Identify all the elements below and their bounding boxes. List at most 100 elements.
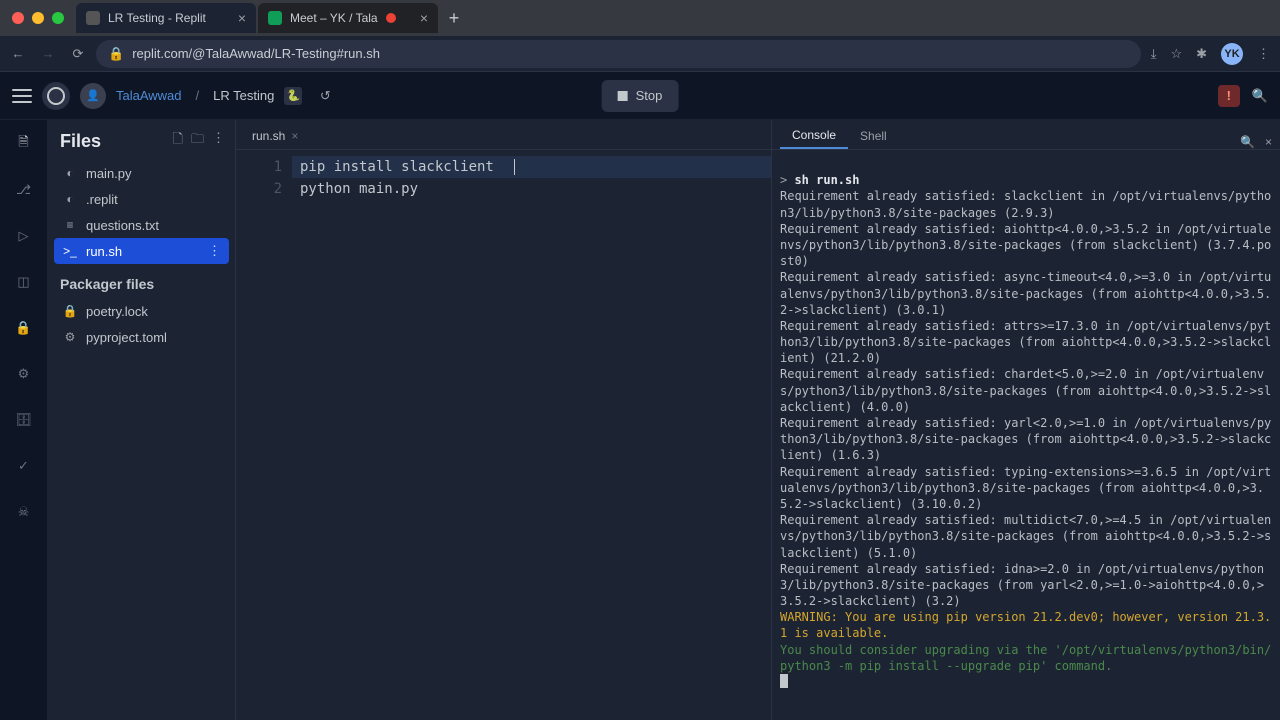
install-app-icon[interactable]: ⤓ <box>1151 46 1157 62</box>
packager-file-list: 🔒 poetry.lock ⚙ pyproject.toml <box>48 296 235 352</box>
editor-cursor-icon <box>514 159 515 175</box>
file-name: main.py <box>86 166 132 181</box>
extensions-icon[interactable]: ✱ <box>1196 46 1207 62</box>
editor-tab-run-sh[interactable]: run.sh × <box>242 123 308 149</box>
console-line: Requirement already satisfied: slackclie… <box>780 189 1271 219</box>
new-folder-icon[interactable]: 🗀 <box>191 130 204 152</box>
lock-file-icon: 🔒 <box>62 304 78 318</box>
file-list: ◐ main.py ◐ .replit ≡ questions.txt >_ r… <box>48 158 235 266</box>
console-hint: You should consider upgrading via the '/… <box>780 643 1271 673</box>
browser-tab-replit[interactable]: LR Testing - Replit × <box>76 3 256 33</box>
python-file-icon: ◐ <box>62 166 78 180</box>
nav-back-icon[interactable]: ← <box>10 46 26 61</box>
file-replit[interactable]: ◐ .replit <box>54 186 229 212</box>
file-name: run.sh <box>86 244 122 259</box>
console-output[interactable]: > sh run.sh Requirement already satisfie… <box>772 150 1280 720</box>
file-run-sh[interactable]: >_ run.sh ⋮ <box>54 238 229 264</box>
favicon-icon <box>268 11 282 25</box>
console-pane: Console Shell 🔍 × > sh run.sh Requiremen… <box>772 120 1280 720</box>
favicon-icon <box>86 11 100 25</box>
breadcrumb-owner[interactable]: TalaAwwad <box>116 88 182 103</box>
stop-button[interactable]: Stop <box>602 80 679 112</box>
console-close-icon[interactable]: × <box>1265 135 1272 149</box>
search-icon[interactable]: 🔍 <box>1252 88 1268 104</box>
tool-database-icon[interactable]: 🗄 <box>10 406 38 434</box>
owner-avatar-icon[interactable]: 👤 <box>80 83 106 109</box>
tab-title: LR Testing - Replit <box>108 11 206 25</box>
browser-menu-icon[interactable]: ⋮ <box>1257 46 1270 62</box>
tool-settings-icon[interactable]: ⚙ <box>10 360 38 388</box>
bookmark-icon[interactable]: ☆ <box>1170 46 1182 62</box>
console-line: Requirement already satisfied: multidict… <box>780 513 1271 559</box>
nav-forward-icon[interactable]: → <box>40 46 56 61</box>
console-line: Requirement already satisfied: aiohttp<4… <box>780 222 1271 268</box>
tool-secrets-icon[interactable]: 🔒 <box>10 314 38 342</box>
replit-logo-icon[interactable] <box>42 82 70 110</box>
notification-badge-icon[interactable]: ! <box>1218 85 1240 107</box>
packager-section-label: Packager files <box>48 266 235 296</box>
file-questions-txt[interactable]: ≡ questions.txt <box>54 212 229 238</box>
file-more-icon[interactable]: ⋮ <box>208 243 221 259</box>
browser-tab-meet[interactable]: Meet – YK / Tala × <box>258 3 438 33</box>
tab-title: Meet – YK / Tala <box>290 11 378 25</box>
shell-file-icon: >_ <box>62 244 78 258</box>
tab-close-icon[interactable]: × <box>238 10 246 26</box>
breadcrumb-separator: / <box>196 88 200 103</box>
console-line: Requirement already satisfied: yarl<2.0,… <box>780 416 1271 462</box>
window-minimize-icon[interactable] <box>32 12 44 24</box>
file-name: .replit <box>86 192 118 207</box>
tool-run-icon[interactable]: ▷ <box>10 222 38 250</box>
console-line: Requirement already satisfied: attrs>=17… <box>780 319 1271 365</box>
file-pyproject-toml[interactable]: ⚙ pyproject.toml <box>54 324 229 350</box>
code-line: pip install slackclient <box>292 156 771 178</box>
nav-reload-icon[interactable]: ⟳ <box>70 46 86 62</box>
line-number: 1 <box>236 156 282 178</box>
editor-tab-label: run.sh <box>252 129 285 143</box>
stop-label: Stop <box>636 88 663 103</box>
code-line: python main.py <box>300 178 771 200</box>
tool-debug-icon[interactable]: ☠ <box>10 498 38 526</box>
console-line: Requirement already satisfied: chardet<5… <box>780 367 1271 413</box>
lock-icon: 🔒 <box>108 46 124 62</box>
editor-tab-close-icon[interactable]: × <box>291 129 298 143</box>
hamburger-menu-icon[interactable] <box>12 89 32 103</box>
tab-close-icon[interactable]: × <box>420 10 428 26</box>
profile-avatar[interactable]: YK <box>1221 43 1243 65</box>
new-tab-button[interactable]: + <box>440 4 468 32</box>
browser-chrome: LR Testing - Replit × Meet – YK / Tala ×… <box>0 0 1280 72</box>
breadcrumb-repl[interactable]: LR Testing <box>213 88 274 103</box>
files-title: Files <box>60 131 101 152</box>
file-name: pyproject.toml <box>86 330 167 345</box>
console-line: Requirement already satisfied: idna>=2.0… <box>780 562 1264 608</box>
tab-shell[interactable]: Shell <box>848 123 899 149</box>
file-poetry-lock[interactable]: 🔒 poetry.lock <box>54 298 229 324</box>
console-command: sh run.sh <box>787 173 859 187</box>
line-gutter: 1 2 <box>236 150 292 720</box>
file-main-py[interactable]: ◐ main.py <box>54 160 229 186</box>
toml-file-icon: ⚙ <box>62 330 78 344</box>
editor-pane: run.sh × 1 2 pip install slackclient pyt… <box>236 120 772 720</box>
files-menu-icon[interactable]: ⋮ <box>212 130 225 152</box>
text-file-icon: ≡ <box>62 218 78 232</box>
new-file-icon[interactable]: 🗋 <box>173 130 183 152</box>
console-line: Requirement already satisfied: async-tim… <box>780 270 1271 316</box>
tool-tests-icon[interactable]: ✓ <box>10 452 38 480</box>
url-text: replit.com/@TalaAwwad/LR-Testing#run.sh <box>132 46 380 61</box>
tool-vcs-icon[interactable]: ⎇ <box>10 176 38 204</box>
history-icon[interactable]: ↺ <box>312 83 338 109</box>
address-bar[interactable]: 🔒 replit.com/@TalaAwwad/LR-Testing#run.s… <box>96 40 1141 68</box>
window-zoom-icon[interactable] <box>52 12 64 24</box>
language-python-icon: 🐍 <box>284 87 302 105</box>
workspace: 🗎 ⎇ ▷ ◫ 🔒 ⚙ 🗄 ✓ ☠ Files 🗋 🗀 ⋮ ◐ main.py … <box>0 120 1280 720</box>
tab-console[interactable]: Console <box>780 123 848 149</box>
code-editor[interactable]: 1 2 pip install slackclient python main.… <box>236 150 771 720</box>
console-search-icon[interactable]: 🔍 <box>1240 135 1255 149</box>
window-close-icon[interactable] <box>12 12 24 24</box>
tool-files-icon[interactable]: 🗎 <box>10 130 38 158</box>
tool-packages-icon[interactable]: ◫ <box>10 268 38 296</box>
console-warning: WARNING: You are using pip version 21.2.… <box>780 610 1271 640</box>
line-number: 2 <box>236 178 282 200</box>
file-name: poetry.lock <box>86 304 148 319</box>
tool-rail: 🗎 ⎇ ▷ ◫ 🔒 ⚙ 🗄 ✓ ☠ <box>0 120 48 720</box>
config-file-icon: ◐ <box>62 192 78 206</box>
